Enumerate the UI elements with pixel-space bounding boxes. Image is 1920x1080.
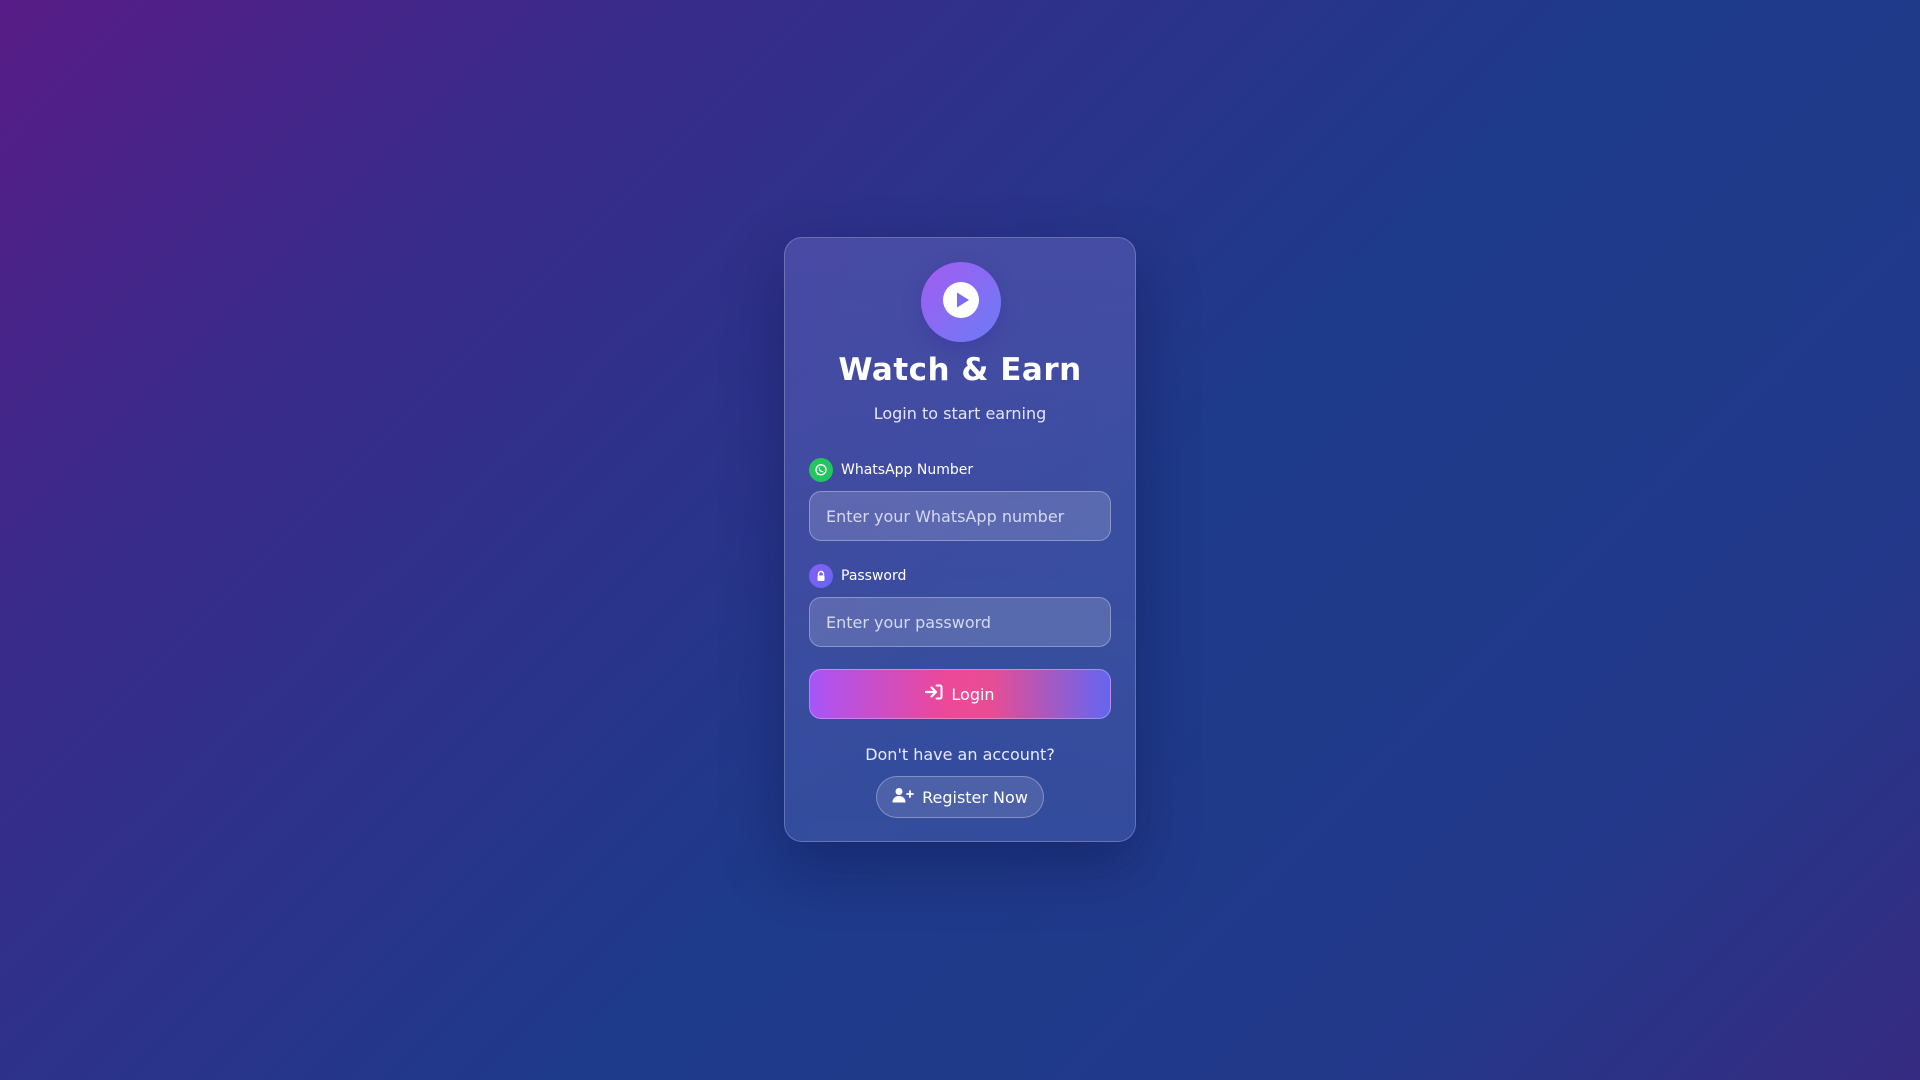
page-title: Watch & Earn <box>838 352 1082 388</box>
whatsapp-number-input[interactable] <box>809 491 1111 541</box>
no-account-text: Don't have an account? <box>865 745 1055 764</box>
login-button-label: Login <box>951 684 995 704</box>
login-button[interactable]: Login <box>809 669 1111 719</box>
register-button[interactable]: Register Now <box>876 776 1044 818</box>
lock-icon <box>809 564 833 588</box>
password-input[interactable] <box>809 597 1111 647</box>
play-circle-icon <box>943 282 979 322</box>
password-label-text: Password <box>841 568 907 584</box>
whatsapp-label: WhatsApp Number <box>809 458 973 482</box>
sign-in-icon <box>925 684 951 704</box>
app-logo <box>921 262 1001 342</box>
password-label: Password <box>809 564 906 588</box>
whatsapp-label-text: WhatsApp Number <box>841 462 974 478</box>
whatsapp-icon <box>809 458 833 482</box>
login-card: Watch & Earn Login to start earning What… <box>784 237 1136 842</box>
register-button-label: Register Now <box>922 787 1028 807</box>
user-plus-icon <box>892 787 922 807</box>
page-subtitle: Login to start earning <box>873 404 1047 423</box>
